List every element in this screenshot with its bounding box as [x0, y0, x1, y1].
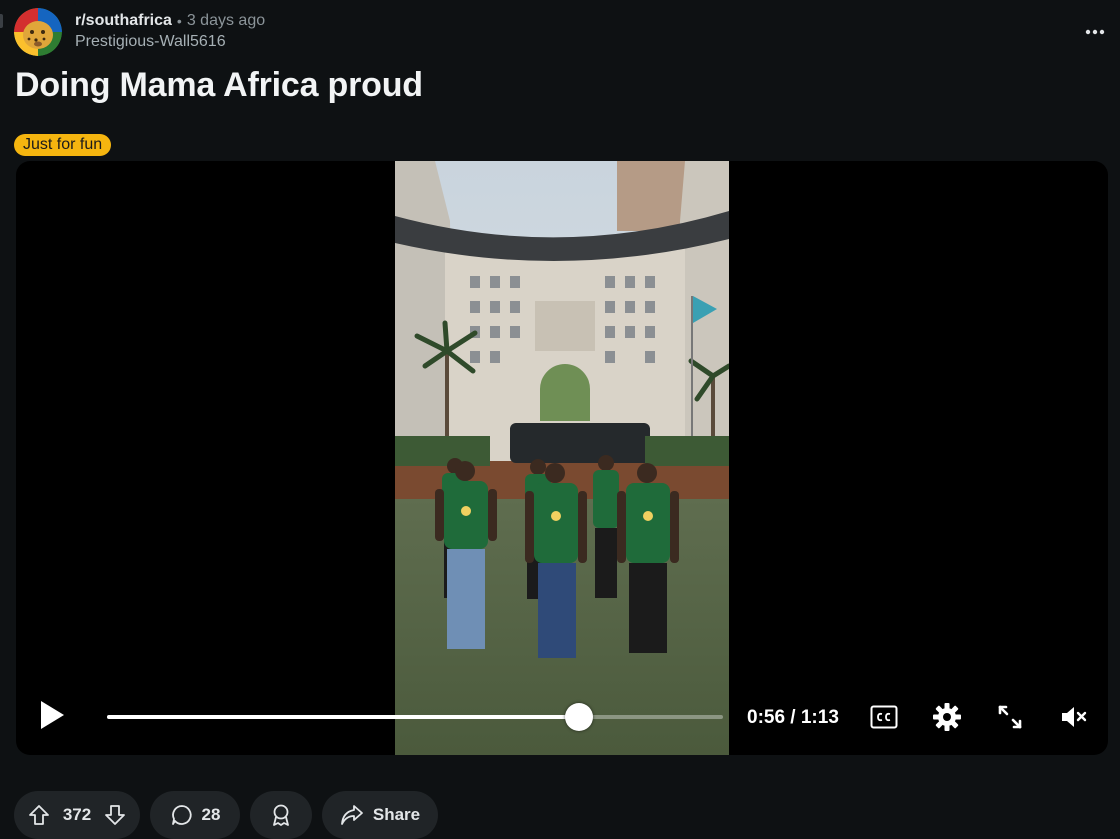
meta-separator: •	[176, 13, 182, 29]
video-frame[interactable]	[395, 161, 732, 755]
vote-bar: 372	[14, 791, 140, 839]
post-header: r/southafrica • 3 days ago Prestigious-W…	[14, 8, 1108, 58]
downvote-arrow-icon	[105, 805, 125, 825]
video-time-display: 0:56 / 1:13	[747, 707, 839, 728]
mute-button[interactable]	[1058, 701, 1090, 733]
more-options-icon[interactable]	[1082, 22, 1108, 42]
closed-captions-button[interactable]	[868, 701, 900, 733]
play-button[interactable]	[36, 697, 68, 733]
post-title[interactable]: Doing Mama Africa proud	[15, 66, 423, 105]
comment-count: 28	[201, 805, 221, 824]
share-label: Share	[372, 805, 421, 824]
comments-button[interactable]: 28	[150, 791, 240, 839]
comment-bubble-icon	[171, 805, 192, 825]
vote-count: 372	[62, 805, 92, 824]
muted-speaker-icon	[1062, 707, 1087, 727]
award-button[interactable]	[250, 791, 312, 839]
subreddit-avatar-image	[14, 8, 62, 56]
downvote-button[interactable]	[102, 802, 128, 828]
video-still-image	[395, 161, 732, 755]
video-scrubber[interactable]	[107, 703, 723, 731]
sidebar-edge	[0, 14, 3, 28]
subreddit-avatar[interactable]	[14, 8, 62, 56]
fullscreen-icon	[998, 705, 1022, 729]
gear-icon	[933, 703, 961, 731]
video-progress-fill	[107, 715, 580, 719]
post-action-bar: 372 28 Share	[14, 791, 438, 839]
video-player[interactable]: 0:56 / 1:13	[16, 161, 1108, 755]
post-flair[interactable]: Just for fun	[14, 134, 112, 156]
share-button[interactable]: Share	[322, 791, 438, 839]
play-icon	[41, 701, 64, 729]
subreddit-name[interactable]: r/southafrica	[75, 12, 172, 30]
upvote-arrow-icon	[29, 805, 49, 825]
settings-button[interactable]	[931, 701, 963, 733]
award-icon	[273, 804, 289, 826]
fullscreen-button[interactable]	[994, 701, 1026, 733]
closed-captions-icon	[870, 705, 898, 729]
post-time: 3 days ago	[186, 12, 266, 29]
upvote-button[interactable]	[26, 802, 52, 828]
post-author[interactable]: Prestigious-Wall5616	[75, 33, 265, 51]
share-arrow-icon	[340, 805, 363, 825]
